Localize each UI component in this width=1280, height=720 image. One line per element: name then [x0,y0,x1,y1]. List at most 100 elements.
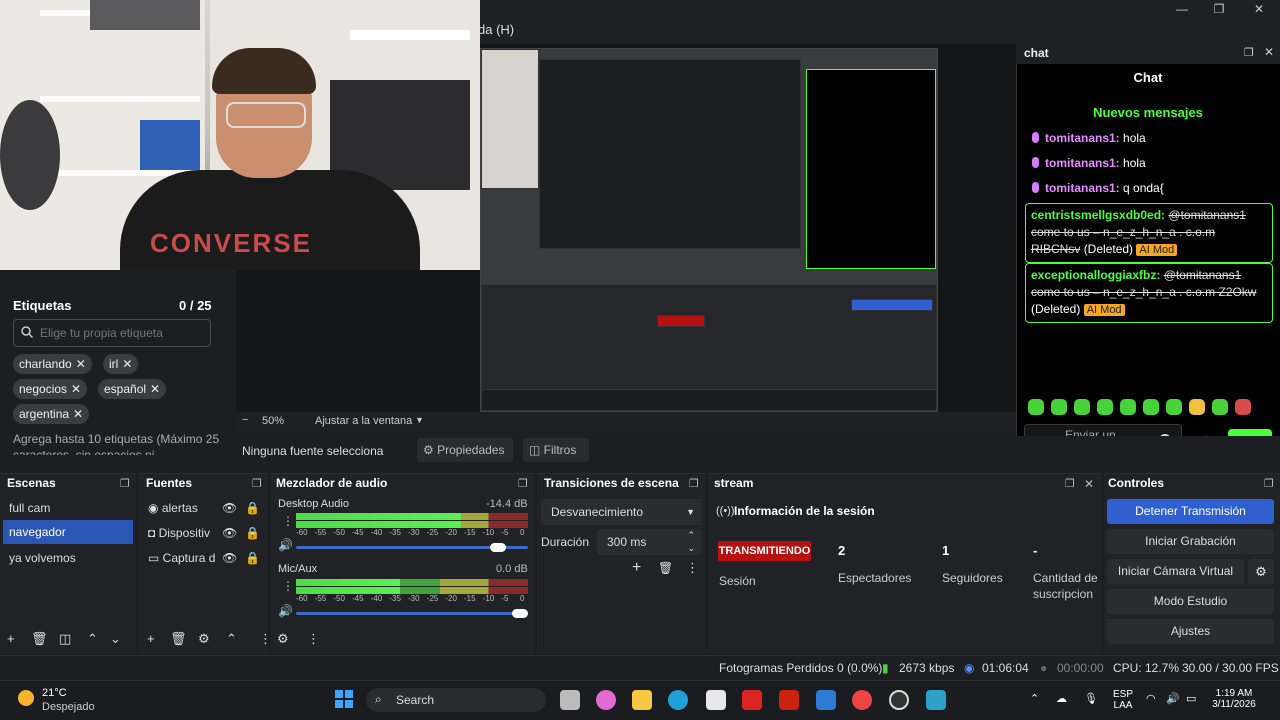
tag-input-container[interactable] [13,319,211,347]
add-icon[interactable]: + [147,631,155,646]
settings-button[interactable]: Ajustes [1107,619,1274,644]
mic-icon[interactable]: 🎙 [1084,692,1098,705]
volume-slider-knob[interactable] [512,609,528,618]
start-recording-button[interactable]: Iniciar Grabación [1107,529,1274,554]
add-icon[interactable]: + [632,559,641,577]
weather-temp[interactable]: 21°C [42,687,67,699]
tag-chip[interactable]: negocios ✕ [13,379,88,399]
float-icon[interactable]: ❐ [1065,477,1075,490]
mail-icon[interactable] [816,690,836,710]
tag-chip[interactable]: español ✕ [98,379,167,399]
battery-icon[interactable]: ▭ [1186,692,1196,705]
chevron-down-icon[interactable]: ⌄ [110,631,121,647]
duration-input[interactable]: 300 ms ⌃ ⌄ [597,529,701,555]
speaker-icon[interactable]: 🔊 [278,604,293,618]
close-icon[interactable]: ✕ [1264,45,1274,59]
emote-icon[interactable] [1212,399,1228,415]
float-icon[interactable]: ❐ [689,477,699,490]
app-l-icon[interactable] [742,690,762,710]
weather-desc[interactable]: Despejado [42,701,95,713]
float-icon[interactable]: ❐ [252,477,262,490]
weather-icon[interactable] [18,690,34,706]
add-icon[interactable]: + [7,631,15,646]
filters-button[interactable]: ◫ Filtros [523,438,589,462]
more-icon[interactable]: ⋮ [686,560,699,576]
more-icon[interactable]: ⋮ [282,514,294,528]
emote-icon[interactable] [1166,399,1182,415]
float-icon[interactable]: ❐ [120,477,130,490]
emote-icon[interactable] [1097,399,1113,415]
edge-icon[interactable] [668,690,688,710]
tag-chip[interactable]: charlando ✕ [13,354,92,374]
more-icon[interactable]: ⋮ [307,631,320,647]
close-icon[interactable]: ✕ [122,357,132,371]
emote-icon[interactable] [1051,399,1067,415]
copilot-icon[interactable] [596,690,616,710]
stop-streaming-button[interactable]: Detener Transmisión [1107,499,1274,524]
transition-select[interactable]: Desvanecimiento ▼ [541,499,701,525]
gear-icon[interactable]: ⚙ [1248,559,1274,584]
stepper-icon[interactable]: ⌃ ⌄ [687,529,695,555]
language-indicator[interactable]: ESP LAA [1110,689,1136,711]
emote-icon[interactable] [1235,399,1251,415]
emote-icon[interactable] [1028,399,1044,415]
source-item[interactable]: ▭ Captura d 👁 🔒 [148,551,266,565]
tag-chip[interactable]: irl ✕ [103,354,139,374]
mcafee-icon[interactable] [779,690,799,710]
scene-item-selected[interactable]: navegador [3,520,133,544]
notepad-icon[interactable] [926,690,946,710]
source-item[interactable]: ◉ alertas 👁 🔒 [148,501,266,515]
store-icon[interactable] [706,690,726,710]
chevron-up-icon[interactable]: ⌃ [226,631,237,647]
close-icon[interactable]: ✕ [150,382,160,396]
eye-icon[interactable]: 👁 [222,501,237,515]
emote-icon[interactable] [1143,399,1159,415]
obs-icon[interactable] [889,690,909,710]
source-item[interactable]: ◘ Dispositiv 👁 🔒 [148,526,266,540]
volume-slider[interactable] [296,612,528,615]
float-icon[interactable]: ❐ [518,477,528,490]
trash-icon[interactable]: 🗑 [31,631,48,647]
float-icon[interactable]: ❐ [1244,46,1254,59]
taskbar-search[interactable] [366,688,546,712]
zoom-fit-select[interactable]: Ajustar a la ventana [315,415,412,427]
trash-icon[interactable]: 🗑 [658,561,673,575]
start-virtual-camera-button[interactable]: Iniciar Cámara Virtual [1107,559,1244,584]
minimize-button[interactable]: — [1162,2,1202,20]
close-icon[interactable]: ✕ [1084,477,1094,491]
chevron-up-icon[interactable]: ⌃ [87,631,98,647]
chrome-icon[interactable] [852,690,872,710]
close-icon[interactable]: ✕ [71,382,81,396]
emote-icon[interactable] [1120,399,1136,415]
cloud-icon[interactable]: ☁ [1056,692,1067,705]
tag-chip[interactable]: argentina ✕ [13,404,90,424]
volume-icon[interactable]: 🔊 [1166,692,1180,705]
menu-item-help[interactable]: da (H) [478,22,514,37]
float-icon[interactable]: ❐ [1264,477,1274,490]
studio-mode-button[interactable]: Modo Estudio [1107,589,1274,614]
zoom-out-icon[interactable]: − [242,414,248,426]
more-icon[interactable]: ⋮ [282,579,294,593]
scene-item[interactable]: full cam [9,501,50,515]
eye-icon[interactable]: 👁 [222,551,237,565]
lock-icon[interactable]: 🔒 [245,551,260,565]
close-button[interactable]: ✕ [1239,2,1279,20]
close-icon[interactable]: ✕ [76,357,86,371]
lock-icon[interactable]: 🔒 [245,526,260,540]
chevron-down-icon[interactable]: ▼ [415,415,424,425]
close-icon[interactable]: ✕ [73,407,83,421]
properties-button[interactable]: ⚙ Propiedades [417,438,513,462]
wifi-icon[interactable]: ◠ [1146,692,1156,705]
emote-icon[interactable] [1074,399,1090,415]
emote-icon[interactable] [1189,399,1205,415]
speaker-icon[interactable]: 🔊 [278,538,293,552]
volume-slider-knob[interactable] [490,543,507,552]
scene-item[interactable]: ya volvemos [9,551,76,565]
clock[interactable]: 1:19 AM 3/11/2026 [1204,688,1264,710]
filter-icon[interactable]: ◫ [59,631,71,647]
task-view-icon[interactable] [560,690,580,710]
gear-icon[interactable]: ⚙ [277,631,289,647]
tag-input[interactable] [40,325,206,341]
windows-start-icon[interactable] [334,689,354,709]
file-explorer-icon[interactable] [632,690,652,710]
